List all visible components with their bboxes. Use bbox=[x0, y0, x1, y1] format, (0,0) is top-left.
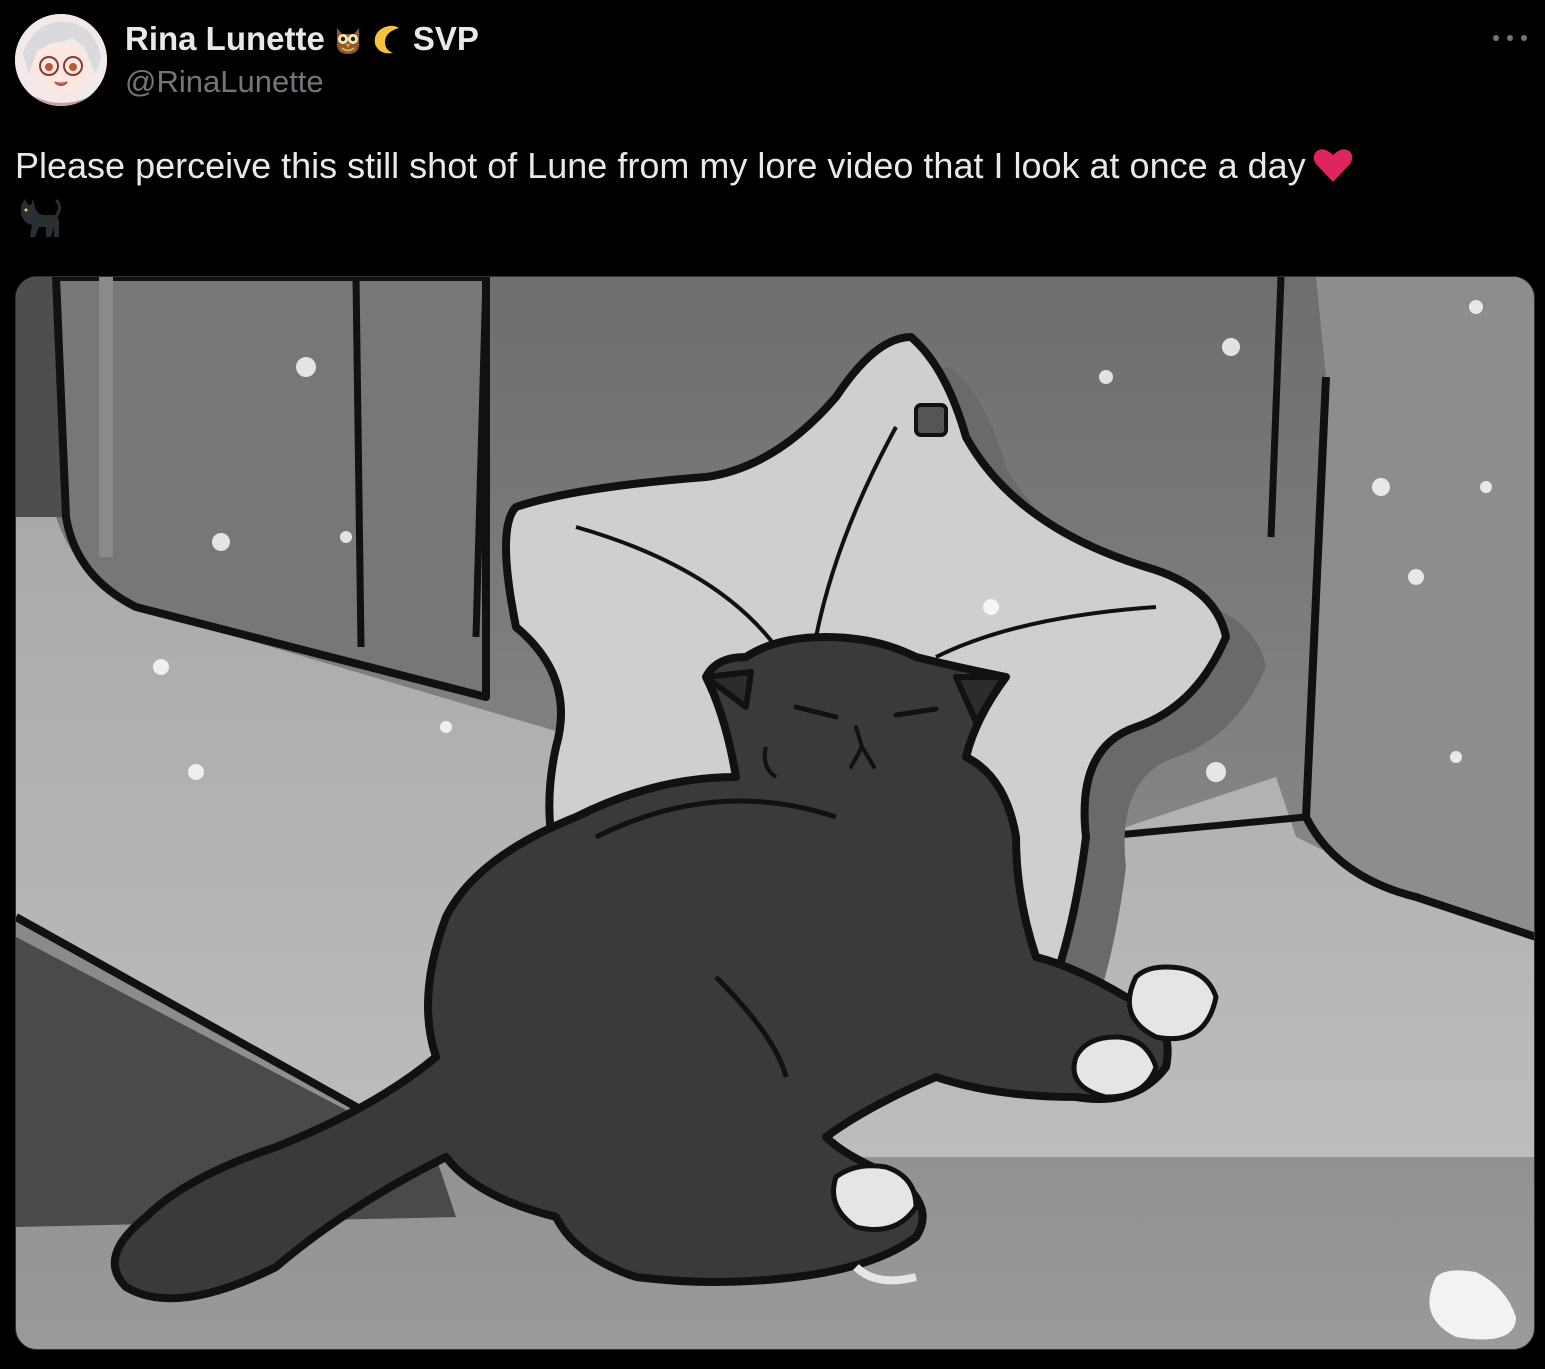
black-cat-emoji-icon bbox=[15, 195, 63, 241]
avatar-image bbox=[15, 14, 107, 106]
tweet-header: Rina Lunette SVP @RinaLunette bbox=[15, 14, 1530, 106]
name-suffix[interactable]: SVP bbox=[413, 20, 479, 58]
author-handle[interactable]: @RinaLunette bbox=[125, 64, 479, 100]
owl-emoji-icon bbox=[331, 22, 365, 56]
cat-on-star-pillow-illustration bbox=[16, 277, 1534, 1349]
display-name-row[interactable]: Rina Lunette SVP bbox=[125, 18, 479, 60]
more-icon[interactable] bbox=[1490, 30, 1530, 46]
tweet-text: Please perceive this still shot of Lune … bbox=[15, 145, 1306, 186]
display-name[interactable]: Rina Lunette bbox=[125, 20, 325, 58]
tweet-post: Rina Lunette SVP @RinaLunette Please per… bbox=[0, 0, 1545, 1369]
tweet-media-image[interactable] bbox=[15, 276, 1535, 1350]
author-names: Rina Lunette SVP @RinaLunette bbox=[125, 18, 479, 100]
red-heart-emoji-icon bbox=[1312, 146, 1354, 184]
tweet-text-block: Please perceive this still shot of Lune … bbox=[15, 142, 1515, 241]
crescent-moon-emoji-icon bbox=[371, 22, 405, 56]
avatar[interactable] bbox=[15, 14, 107, 106]
